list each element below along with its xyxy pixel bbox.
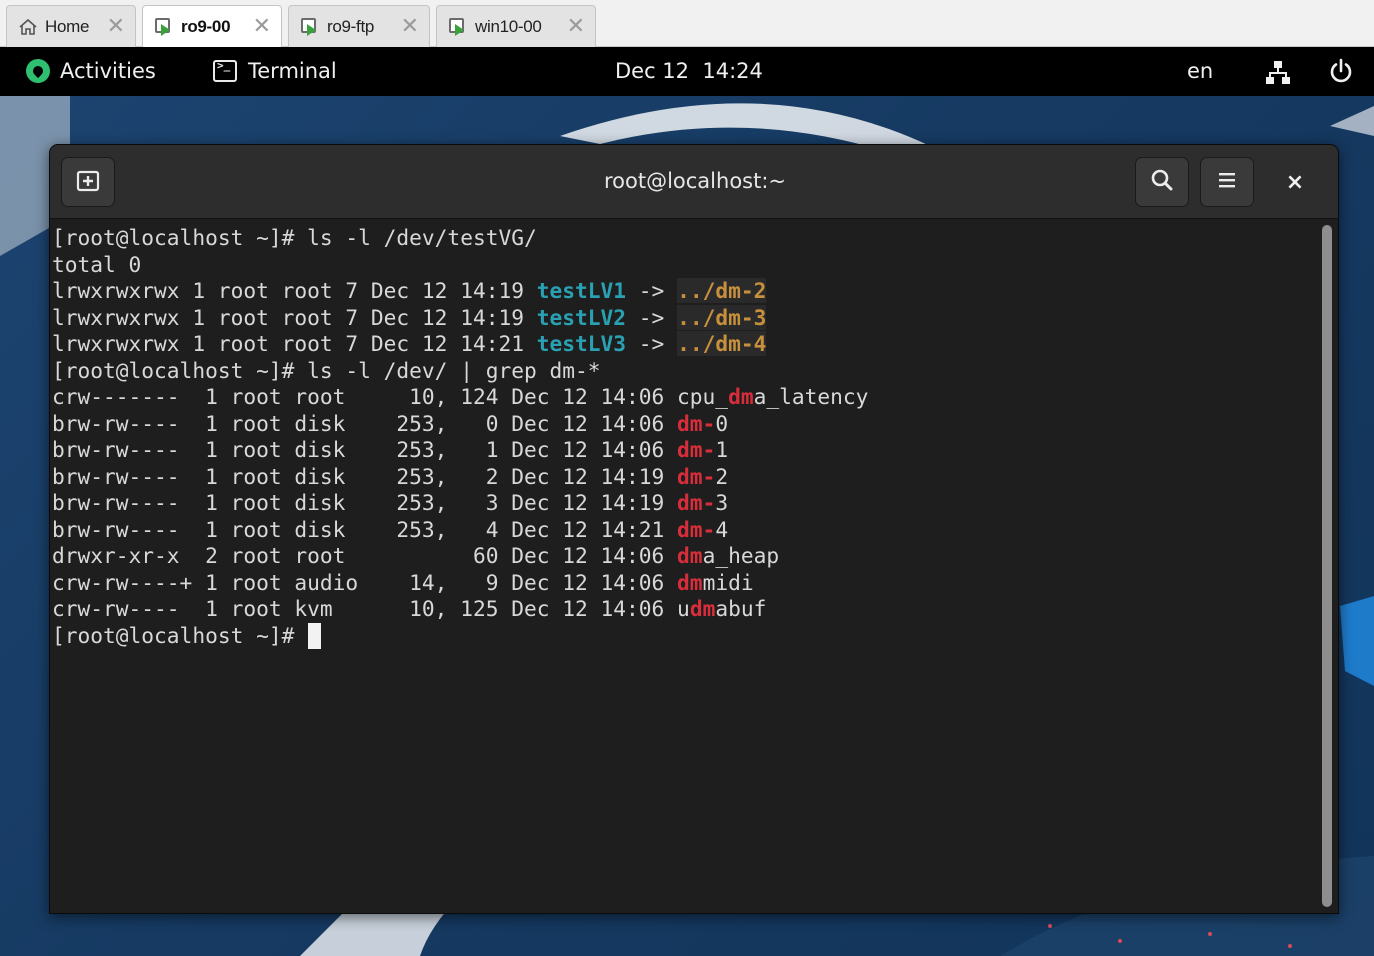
grep-match: dm [689,596,716,621]
home-icon [17,16,39,38]
tab-label: ro9-ftp [327,16,375,36]
terminal-text: brw-rw---- 1 root disk 253, 3 Dec 12 14:… [52,490,678,515]
terminal-text: crw-rw---- 1 root kvm 10, 125 Dec 12 14:… [52,596,690,621]
terminal-text: crw------- 1 root root 10, 124 Dec 12 14… [52,384,729,409]
terminal-text: drwxr-xr-x 2 root root 60 Dec 12 14:06 [52,543,678,568]
grep-match: dm- [677,516,716,542]
terminal-output[interactable]: [root@localhost ~]# ls -l /dev/testVG/to… [52,221,1317,913]
terminal-header-bar: root@localhost:~ × [50,145,1338,219]
terminal-line: lrwxrwxrwx 1 root root 7 Dec 12 14:19 te… [52,304,767,331]
terminal-text: crw-rw----+ 1 root audio 14, 9 Dec 12 14… [52,569,678,595]
grep-match: dm [677,543,703,568]
terminal-line: lrwxrwxrwx 1 root root 7 Dec 12 14:19 te… [52,278,767,304]
link-target: ../dm-4 [677,331,767,356]
terminal-line: [root@localhost ~]# [52,623,307,649]
hamburger-menu-icon [1216,169,1238,195]
grep-match: dm- [677,490,716,515]
terminal-text: -> [626,304,678,330]
terminal-text: lrwxrwxrwx 1 root root 7 Dec 12 14:19 [52,278,537,303]
close-window-button[interactable]: × [1280,167,1310,197]
vm-icon [153,16,175,38]
grep-match: dm- [677,463,716,489]
terminal-text: abuf [715,596,767,621]
vm-tab-ro9-ftp[interactable]: ro9-ftp ✕ [288,5,430,47]
terminal-text: brw-rw---- 1 root disk 253, 1 Dec 12 14:… [52,437,678,462]
vm-tab-home[interactable]: Home ✕ [6,5,136,47]
search-button[interactable] [1135,157,1189,207]
grep-match: dm [677,569,703,595]
vm-tab-bar: Home ✕ ro9-00 ✕ ro9-ftp ✕ win10-00 ✕ [0,0,1374,48]
link-target: ../dm-2 [677,278,767,303]
close-icon[interactable]: ✕ [401,15,419,38]
terminal-line: brw-rw---- 1 root disk 253, 0 Dec 12 14:… [52,411,728,437]
terminal-line: brw-rw---- 1 root disk 253, 3 Dec 12 14:… [52,490,728,516]
grep-match: dm- [677,410,716,436]
terminal-text: 0 [715,410,729,436]
power-icon[interactable] [1328,58,1354,84]
terminal-line: crw-rw---- 1 root kvm 10, 125 Dec 12 14:… [52,596,766,622]
terminal-text: -> [626,278,678,303]
terminal-line: total 0 [52,252,141,278]
terminal-line: brw-rw---- 1 root disk 253, 4 Dec 12 14:… [52,517,728,543]
language-indicator[interactable]: en [1187,56,1213,86]
terminal-line: brw-rw---- 1 root disk 253, 1 Dec 12 14:… [52,437,728,463]
gnome-top-bar: Activities Terminal Dec 12 14:24 en [0,47,1374,96]
terminal-line: brw-rw---- 1 root disk 253, 2 Dec 12 14:… [52,464,728,490]
clock-button[interactable]: Dec 12 14:24 [615,56,763,86]
app-name: Terminal [248,59,337,83]
grep-match: dm- [677,437,716,462]
tab-label: win10-00 [475,16,542,36]
terminal-text: -> [626,331,678,356]
terminal-line: drwxr-xr-x 2 root root 60 Dec 12 14:06 d… [52,543,779,569]
terminal-text: 2 [715,463,729,489]
terminal-window: root@localhost:~ × [root@localhost ~]# l… [49,144,1339,914]
terminal-text: total 0 [52,251,142,277]
vm-icon [299,16,321,38]
terminal-text: [root@localhost ~]# [52,622,308,648]
clock-label: Dec 12 14:24 [615,59,763,83]
tab-label: ro9-00 [181,17,231,36]
terminal-line: [root@localhost ~]# ls -l /dev/ | grep d… [52,358,601,384]
terminal-text: lrwxrwxrwx 1 root root 7 Dec 12 14:21 [52,331,537,356]
lv-name: testLV3 [536,331,627,356]
grep-match: dm [728,384,754,409]
lv-name: testLV2 [536,304,627,330]
terminal-text: a_heap [702,543,780,568]
terminal-line: [root@localhost ~]# ls -l /dev/testVG/ [52,225,537,251]
terminal-text: 4 [715,516,729,542]
terminal-text: brw-rw---- 1 root disk 253, 0 Dec 12 14:… [52,410,678,436]
link-target: ../dm-3 [677,304,767,330]
close-icon[interactable]: ✕ [253,16,271,38]
terminal-text: brw-rw---- 1 root disk 253, 4 Dec 12 14:… [52,516,678,542]
gnome-logo-icon [26,59,50,83]
terminal-line: crw------- 1 root root 10, 124 Dec 12 14… [52,384,868,410]
activities-label: Activities [60,59,156,83]
menu-button[interactable] [1200,157,1254,207]
lv-name: testLV1 [536,278,627,303]
terminal-text: 3 [715,490,729,515]
terminal-text: [root@localhost ~]# ls -l /dev/testVG/ [52,225,537,250]
search-icon [1149,167,1175,197]
terminal-line: crw-rw----+ 1 root audio 14, 9 Dec 12 14… [52,570,754,596]
tab-label: Home [45,16,90,36]
vm-tab-ro9-00[interactable]: ro9-00 ✕ [142,5,282,48]
close-icon[interactable]: ✕ [107,15,125,38]
terminal-text: 1 [715,437,729,462]
language-label: en [1187,59,1214,83]
app-menu-button[interactable]: Terminal [213,56,337,86]
vm-tab-win10-00[interactable]: win10-00 ✕ [436,5,596,47]
terminal-text: a_latency [753,384,869,409]
terminal-text: [root@localhost ~]# ls -l /dev/ | grep d… [52,357,601,383]
scrollbar-thumb[interactable] [1322,225,1332,907]
terminal-text: midi [702,569,754,595]
terminal-line: lrwxrwxrwx 1 root root 7 Dec 12 14:21 te… [52,331,767,357]
terminal-app-icon [213,59,237,82]
network-icon[interactable] [1265,59,1291,85]
text-cursor [308,622,322,649]
terminal-text: lrwxrwxrwx 1 root root 7 Dec 12 14:19 [52,304,537,330]
close-icon[interactable]: ✕ [567,15,585,38]
terminal-text: brw-rw---- 1 root disk 253, 2 Dec 12 14:… [52,463,678,489]
vm-icon [447,16,469,38]
activities-button[interactable]: Activities [26,56,156,86]
